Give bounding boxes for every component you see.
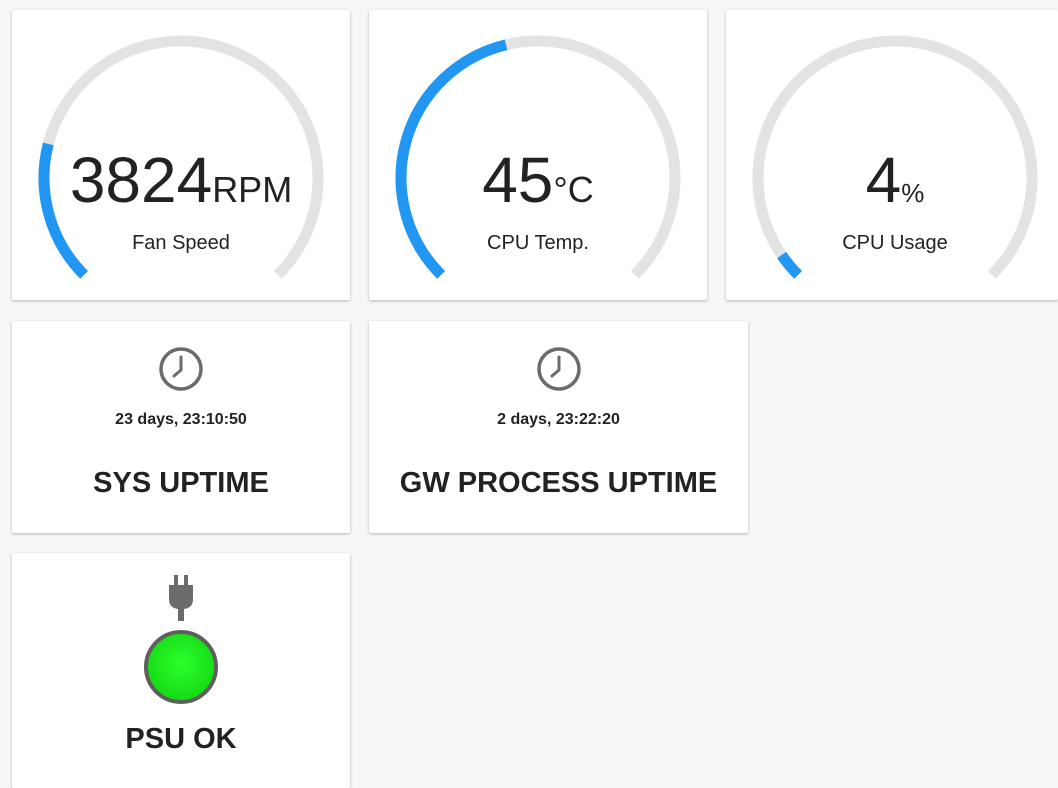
gauge-label: CPU Usage [842,232,948,254]
psu-status-title: PSU OK [125,723,237,755]
gw-process-uptime-title: GW PROCESS UPTIME [399,467,718,499]
gauge-number: 4 [865,144,902,216]
gauge-unit: % [901,178,925,208]
gauge-label: Fan Speed [132,232,230,254]
gauge-number: 3824 [69,144,213,216]
sys-uptime-value: 23 days, 23:10:50 [115,411,247,428]
gauge-card-cpu-temp: 45°C CPU Temp. [369,10,707,300]
clock-icon [536,347,581,391]
gauge-value: 4% [726,148,1058,212]
clock-icon [159,347,203,391]
gauge-number: 45 [482,144,554,216]
gauge-unit: °C [553,169,594,210]
gw-process-uptime-value: 2 days, 23:22:20 [497,411,620,428]
sys-uptime-title: SYS UPTIME [93,467,269,499]
sys-uptime-card: 23 days, 23:10:50 SYS UPTIME [12,321,350,533]
gauge-fill [777,251,803,279]
status-light-icon [144,630,218,704]
gauge-card-cpu-usage: 4% CPU Usage [726,10,1058,300]
power-plug-icon [169,575,193,621]
gauge-value: 45°C [369,148,707,212]
gauge-unit: RPM [212,169,293,210]
gauge-label: CPU Temp. [487,232,589,254]
gauge-value: 3824RPM [12,148,350,212]
gauge-card-fan-speed: 3824RPM Fan Speed [12,10,350,300]
psu-status-card: PSU OK [12,553,350,788]
gw-process-uptime-card: 2 days, 23:22:20 GW PROCESS UPTIME [369,321,748,533]
